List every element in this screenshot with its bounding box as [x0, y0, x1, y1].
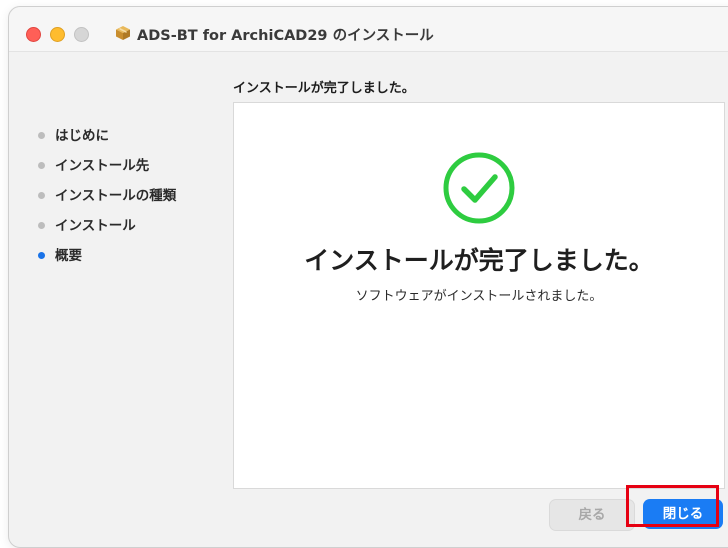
checkmark-circle-icon: [441, 150, 517, 226]
content-panel: インストールが完了しました。 ソフトウェアがインストールされました。: [233, 102, 725, 489]
close-window-button[interactable]: [26, 27, 41, 42]
back-button[interactable]: 戻る: [549, 499, 635, 531]
sidebar-item-label: インストール: [55, 218, 136, 234]
sidebar-item-summary: 概要: [33, 242, 176, 272]
sidebar-item-introduction: はじめに: [33, 122, 176, 152]
sidebar-item-install-type: インストールの種類: [33, 182, 176, 212]
close-button-highlight: [626, 485, 719, 527]
step-dot-icon: [38, 162, 45, 169]
completion-title: インストールが完了しました。: [304, 246, 654, 275]
sidebar-item-label: 概要: [55, 248, 82, 264]
step-dot-active-icon: [38, 252, 45, 259]
package-icon: [115, 25, 131, 41]
window-title: ADS-BT for ArchiCAD29 のインストール: [137, 28, 434, 44]
sidebar-item-label: インストール先: [55, 158, 150, 174]
sidebar-item-label: インストールの種類: [55, 188, 177, 204]
installer-steps-sidebar: はじめに インストール先 インストールの種類 インストール 概要: [33, 122, 176, 272]
maximize-window-button[interactable]: [74, 27, 89, 42]
installer-window: ADS-BT for ArchiCAD29 のインストール インストールが完了し…: [8, 6, 728, 548]
sidebar-item-destination: インストール先: [33, 152, 176, 182]
step-dot-icon: [38, 222, 45, 229]
sidebar-item-label: はじめに: [55, 128, 109, 144]
title-bar: ADS-BT for ArchiCAD29 のインストール: [9, 7, 728, 52]
step-heading: インストールが完了しました。: [233, 81, 415, 96]
minimize-window-button[interactable]: [50, 27, 65, 42]
step-dot-icon: [38, 192, 45, 199]
completion-subtitle: ソフトウェアがインストールされました。: [355, 289, 603, 304]
step-dot-icon: [38, 132, 45, 139]
sidebar-item-installation: インストール: [33, 212, 176, 242]
